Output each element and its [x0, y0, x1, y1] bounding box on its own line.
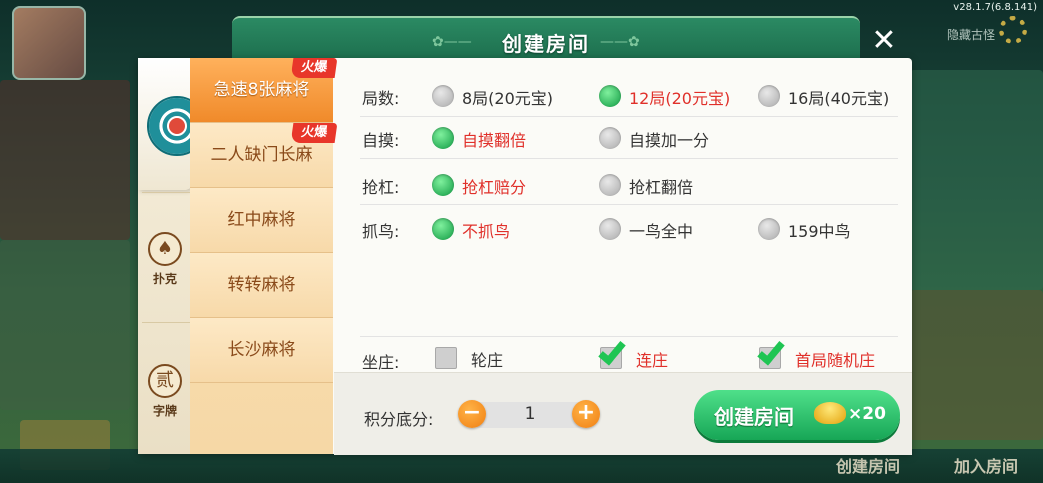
radio-button [432, 85, 454, 107]
checkbox-checked [757, 336, 785, 369]
word-tile-icon: 贰 [148, 364, 182, 398]
mahjong-icon-center [167, 116, 187, 136]
create-room-cost: ×20 [848, 404, 886, 424]
dealer-option-continue[interactable]: 连庄 [598, 336, 690, 371]
settings-label: 隐藏古怪 [946, 28, 995, 42]
hot-badge: 火爆 [290, 58, 338, 78]
radio-button-selected [432, 218, 454, 240]
plus-button[interactable]: + [572, 400, 600, 428]
category-word-tiles-label: 字牌 [152, 404, 177, 418]
dealer-option-random-first[interactable]: 首局随机庄 [757, 336, 899, 371]
category-poker[interactable]: ♠ 扑克 [138, 232, 192, 287]
self-draw-option-plus-one[interactable]: 自摸加一分 [599, 125, 749, 151]
category-divider [142, 322, 190, 323]
self-draw-option-label: 自摸翻倍 [462, 131, 527, 150]
radio-button-selected [432, 127, 454, 149]
rob-kong-option-label: 抢杠赔分 [462, 178, 527, 197]
minus-button[interactable]: − [458, 400, 486, 428]
rob-kong-option-label: 抢杠翻倍 [629, 178, 694, 197]
score-value: 1 [524, 404, 536, 424]
category-poker-label: 扑克 [152, 272, 177, 286]
rob-kong-option-double[interactable]: 抢杠翻倍 [599, 172, 749, 198]
rounds-label: 局数: [362, 89, 400, 108]
dealer-option-label: 连庄 [636, 351, 669, 370]
create-room-button[interactable]: 创建房间 ×20 [694, 390, 900, 440]
birds-option-159[interactable]: 159中鸟 [758, 216, 908, 242]
base-score-label: 积分底分: [364, 410, 434, 429]
hot-badge: 火爆 [290, 123, 338, 143]
bottom-join-room[interactable]: 加入房间 [954, 453, 1018, 477]
bg-trees [910, 70, 1043, 290]
self-draw-label: 自摸: [362, 131, 400, 150]
dealer-option-rotate[interactable]: 轮庄 [435, 345, 525, 371]
bg-garden [0, 240, 130, 410]
row-divider [360, 116, 898, 117]
dealer-label: 坐庄: [362, 353, 400, 372]
radio-button [758, 85, 780, 107]
radio-button [599, 218, 621, 240]
spade-icon: ♠ [148, 232, 182, 266]
gold-ingot-icon [814, 402, 846, 424]
checkbox-checked [598, 336, 626, 369]
create-room-label: 创建房间 [714, 405, 794, 429]
version-label: v28.1.7(6.8.141) [953, 2, 1037, 13]
close-icon[interactable]: ✕ [866, 24, 902, 60]
radio-button [599, 127, 621, 149]
rounds-option-label: 12局(20元宝) [629, 89, 731, 108]
rob-kong-option-pay[interactable]: 抢杠赔分 [432, 172, 572, 198]
birds-option-none[interactable]: 不抓鸟 [432, 216, 572, 242]
row-divider [360, 204, 898, 205]
row-divider [360, 336, 898, 337]
avatar[interactable] [12, 6, 86, 80]
category-divider [142, 192, 190, 193]
birds-option-label: 一鸟全中 [629, 222, 694, 241]
birds-label: 抓鸟: [362, 222, 400, 241]
bg-building [0, 80, 130, 240]
checkbox [435, 347, 457, 369]
birds-option-label: 不抓鸟 [462, 222, 511, 241]
birds-option-label: 159中鸟 [788, 222, 851, 241]
radio-button [599, 174, 621, 196]
radio-button [758, 218, 780, 240]
dealer-option-label: 轮庄 [471, 351, 504, 370]
rounds-option-8[interactable]: 8局(20元宝) [432, 83, 572, 109]
rounds-option-16[interactable]: 16局(40元宝) [758, 83, 908, 109]
rounds-option-label: 16局(40元宝) [788, 89, 890, 108]
bg-stall [910, 290, 1043, 440]
self-draw-option-double[interactable]: 自摸翻倍 [432, 125, 572, 151]
rounds-option-12[interactable]: 12局(20元宝) [599, 83, 749, 109]
row-divider [360, 158, 898, 159]
rob-kong-label: 抢杠: [362, 178, 400, 197]
radio-button-selected [599, 85, 621, 107]
bottom-create-room[interactable]: 创建房间 [836, 453, 900, 477]
header-ornament-right: ——✿ [600, 34, 640, 50]
radio-button-selected [432, 174, 454, 196]
rounds-option-label: 8局(20元宝) [462, 89, 554, 108]
category-word-tiles[interactable]: 贰 字牌 [138, 364, 192, 419]
self-draw-option-label: 自摸加一分 [629, 131, 710, 150]
tab-hongzhong-mahjong[interactable]: 红中麻将 [190, 188, 333, 253]
birds-option-one-all[interactable]: 一鸟全中 [599, 216, 749, 242]
gear-icon[interactable] [999, 16, 1027, 44]
dialog-title: 创建房间 [502, 32, 590, 56]
tab-changsha-mahjong[interactable]: 长沙麻将 [190, 318, 333, 383]
dealer-option-label: 首局随机庄 [795, 351, 876, 370]
tab-zhuanzhuan-mahjong[interactable]: 转转麻将 [190, 253, 333, 318]
